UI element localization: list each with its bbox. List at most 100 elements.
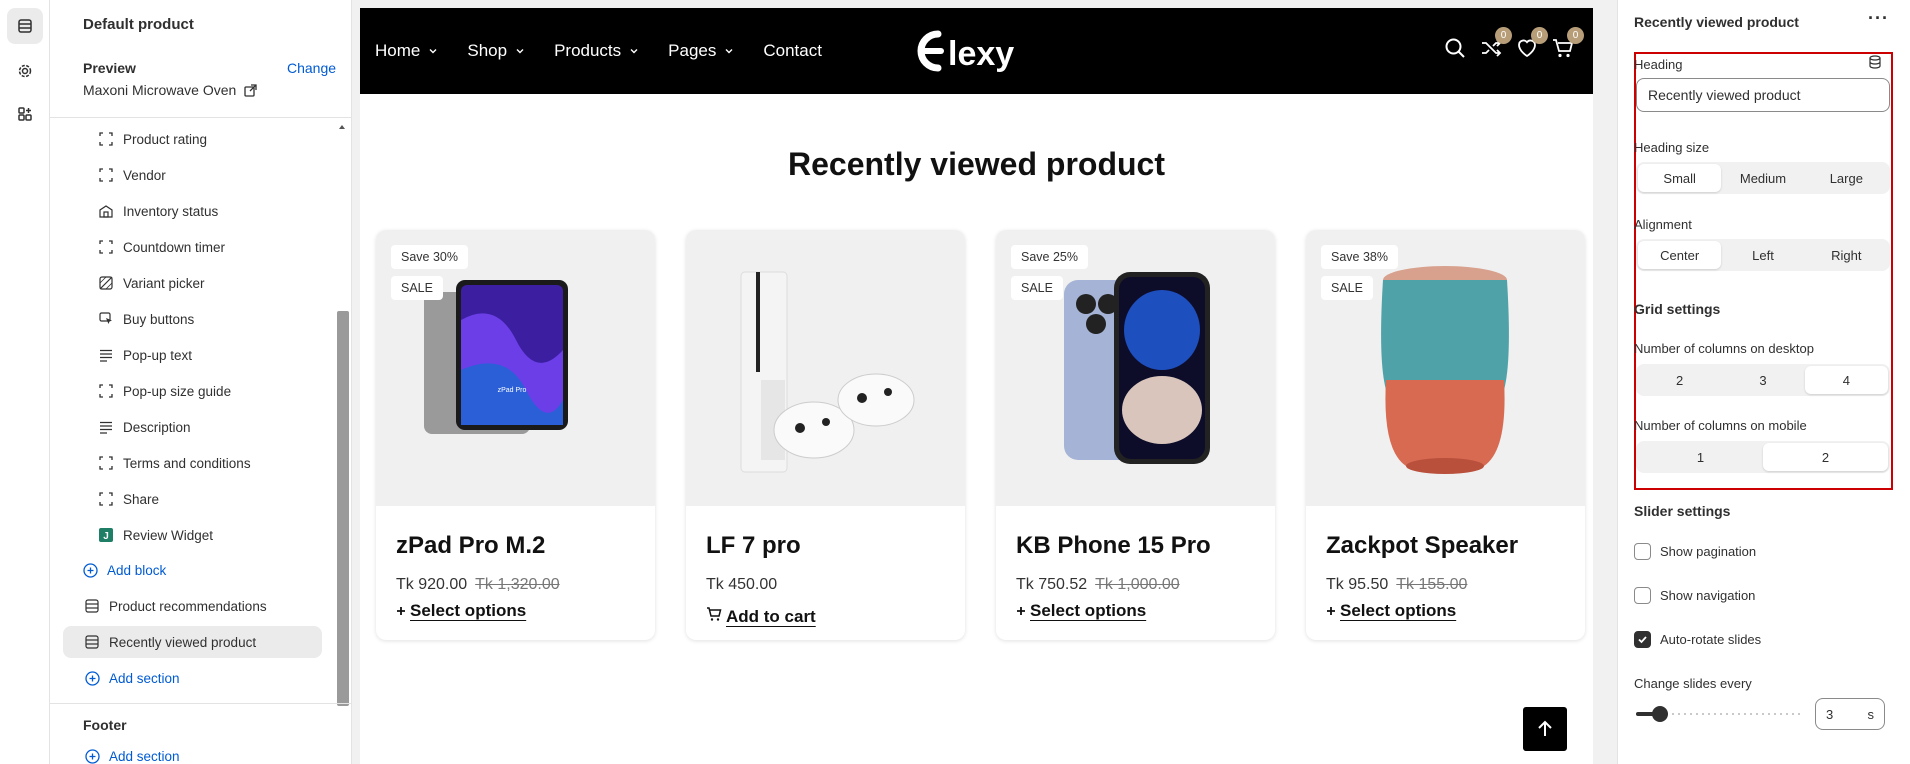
select-options-button[interactable]: Select options bbox=[396, 601, 526, 621]
change-slides-input[interactable]: 3 s bbox=[1815, 698, 1885, 730]
store-logo[interactable]: lexy bbox=[916, 26, 1040, 76]
save-badge: Save 38% bbox=[1321, 245, 1398, 269]
cta-label: Select options bbox=[410, 601, 527, 620]
block-pop-up-text[interactable]: Pop-up text bbox=[98, 338, 192, 372]
settings-panel: Recently viewed product ··· Heading Rece… bbox=[1617, 0, 1910, 764]
product-title[interactable]: Zackpot Speaker bbox=[1326, 532, 1518, 560]
product-price: Tk 450.00 bbox=[706, 576, 777, 594]
footer-add-section-button[interactable]: Add section bbox=[84, 739, 180, 764]
product-price: Tk 95.50 Tk 155.00 bbox=[1326, 576, 1467, 594]
sale-badge: SALE bbox=[391, 276, 443, 300]
block-variant-picker[interactable]: Variant picker bbox=[98, 266, 205, 300]
nav-products[interactable]: Products bbox=[554, 41, 639, 61]
cart-icon[interactable]: 0 bbox=[1551, 27, 1584, 60]
product-image[interactable] bbox=[686, 230, 965, 506]
section-recently-viewed-product[interactable]: Recently viewed product bbox=[84, 625, 256, 659]
add-to-cart-button[interactable]: Add to cart bbox=[706, 606, 816, 627]
mobile-cols-option-2[interactable]: 2 bbox=[1763, 443, 1888, 471]
block-product-rating[interactable]: Product rating bbox=[98, 122, 207, 156]
slider-thumb[interactable] bbox=[1652, 706, 1668, 722]
add-section-button[interactable]: Add section bbox=[84, 661, 180, 695]
block-label: Vendor bbox=[123, 167, 166, 183]
block-vendor[interactable]: Vendor bbox=[98, 158, 166, 192]
block-share[interactable]: Share bbox=[98, 482, 159, 516]
dynamic-source-icon[interactable] bbox=[1868, 55, 1882, 74]
cta-label: Select options bbox=[1340, 601, 1457, 620]
desktop-cols-option-3[interactable]: 3 bbox=[1721, 366, 1804, 394]
block-description[interactable]: Description bbox=[98, 410, 191, 444]
preview-product[interactable]: Maxoni Microwave Oven bbox=[83, 82, 257, 98]
nav-shop[interactable]: Shop bbox=[467, 41, 525, 61]
chevron-down-icon bbox=[428, 41, 438, 61]
compare-icon[interactable]: 0 bbox=[1479, 27, 1512, 60]
product-image[interactable]: zPad Pro bbox=[376, 230, 655, 506]
checkbox-box[interactable] bbox=[1634, 542, 1651, 560]
heading-size-option-large[interactable]: Large bbox=[1805, 164, 1888, 192]
block-inventory-status[interactable]: Inventory status bbox=[98, 194, 218, 228]
heading-input[interactable]: Recently viewed product bbox=[1636, 78, 1890, 112]
block-label: Countdown timer bbox=[123, 239, 226, 255]
product-title[interactable]: KB Phone 15 Pro bbox=[1016, 532, 1211, 560]
product-card[interactable]: LF 7 pro Tk 450.00 Add to cart bbox=[686, 230, 965, 640]
save-badge: Save 30% bbox=[391, 245, 468, 269]
desktop-cols-option-4[interactable]: 4 bbox=[1804, 366, 1888, 394]
product-title[interactable]: zPad Pro M.2 bbox=[396, 532, 545, 560]
sale-badge: SALE bbox=[1011, 276, 1063, 300]
block-review-widget[interactable]: J Review Widget bbox=[98, 518, 213, 552]
product-image[interactable] bbox=[1306, 230, 1585, 506]
heading-size-option-medium[interactable]: Medium bbox=[1721, 164, 1804, 192]
search-icon[interactable] bbox=[1443, 36, 1467, 60]
show-pagination-checkbox[interactable]: Show pagination bbox=[1634, 541, 1756, 561]
wishlist-heart-icon[interactable]: 0 bbox=[1515, 27, 1548, 60]
nav-home[interactable]: Home bbox=[375, 41, 438, 61]
more-options-icon[interactable]: ··· bbox=[1868, 8, 1889, 29]
nav-contact[interactable]: Contact bbox=[763, 41, 822, 61]
section-icon bbox=[84, 598, 100, 614]
block-pop-up-size-guide[interactable]: Pop-up size guide bbox=[98, 374, 231, 408]
sections-icon[interactable] bbox=[7, 8, 43, 44]
add-block-button[interactable]: Add block bbox=[82, 553, 166, 587]
app-embeds-icon[interactable] bbox=[7, 96, 43, 132]
alignment-option-center[interactable]: Center bbox=[1638, 241, 1722, 269]
product-card[interactable]: Save 38% SALE Zackpot Speaker Tk 95.50 Tk 15… bbox=[1306, 230, 1585, 640]
variant-icon bbox=[98, 275, 114, 291]
product-card[interactable]: Save 25% SALE KB Phone 15 Pro Tk 750.52 Tk 1… bbox=[996, 230, 1275, 640]
alignment-option-left[interactable]: Left bbox=[1721, 241, 1804, 269]
plus-circle-icon bbox=[84, 748, 100, 764]
heading-size-option-small[interactable]: Small bbox=[1638, 164, 1722, 192]
section-icon bbox=[84, 634, 100, 650]
product-card[interactable]: zPad Pro Save 30% SALE zPad Pro M.2 Tk 920.0… bbox=[376, 230, 655, 640]
scrollbar-thumb[interactable] bbox=[337, 311, 349, 706]
sale-badge: SALE bbox=[1321, 276, 1373, 300]
product-title[interactable]: LF 7 pro bbox=[706, 532, 801, 560]
checkbox-box[interactable] bbox=[1634, 586, 1651, 604]
current-price: Tk 920.00 bbox=[396, 576, 468, 593]
nav-pages[interactable]: Pages bbox=[668, 41, 734, 61]
desktop-cols-option-2[interactable]: 2 bbox=[1638, 366, 1721, 394]
checkbox-box[interactable] bbox=[1634, 630, 1651, 648]
cart-count-badge: 0 bbox=[1567, 27, 1584, 44]
checkbox-label: Show navigation bbox=[1660, 587, 1756, 603]
change-slides-slider[interactable] bbox=[1636, 704, 1804, 724]
device-screen-text: zPad Pro bbox=[498, 387, 527, 394]
mobile-columns-segmented: 12 bbox=[1636, 441, 1890, 473]
building-icon bbox=[98, 203, 114, 219]
auto-rotate-checkbox[interactable]: Auto-rotate slides bbox=[1634, 629, 1761, 649]
select-options-button[interactable]: Select options bbox=[1326, 601, 1456, 621]
plus-icon bbox=[1326, 601, 1336, 621]
mobile-cols-option-1[interactable]: 1 bbox=[1638, 443, 1763, 471]
alignment-option-right[interactable]: Right bbox=[1805, 241, 1888, 269]
block-terms-and-conditions[interactable]: Terms and conditions bbox=[98, 446, 251, 480]
back-to-top-button[interactable] bbox=[1523, 707, 1567, 751]
product-image[interactable] bbox=[996, 230, 1275, 506]
section-product-recommendations[interactable]: Product recommendations bbox=[84, 589, 267, 623]
block-label: Review Widget bbox=[123, 527, 214, 543]
select-options-button[interactable]: Select options bbox=[1016, 601, 1146, 621]
external-link-icon[interactable] bbox=[244, 83, 257, 97]
divider bbox=[50, 703, 351, 704]
change-preview-link[interactable]: Change bbox=[287, 60, 336, 76]
show-navigation-checkbox[interactable]: Show navigation bbox=[1634, 585, 1755, 605]
block-countdown-timer[interactable]: Countdown timer bbox=[98, 230, 225, 264]
theme-settings-gear-icon[interactable] bbox=[7, 53, 43, 89]
block-buy-buttons[interactable]: Buy buttons bbox=[98, 302, 194, 336]
